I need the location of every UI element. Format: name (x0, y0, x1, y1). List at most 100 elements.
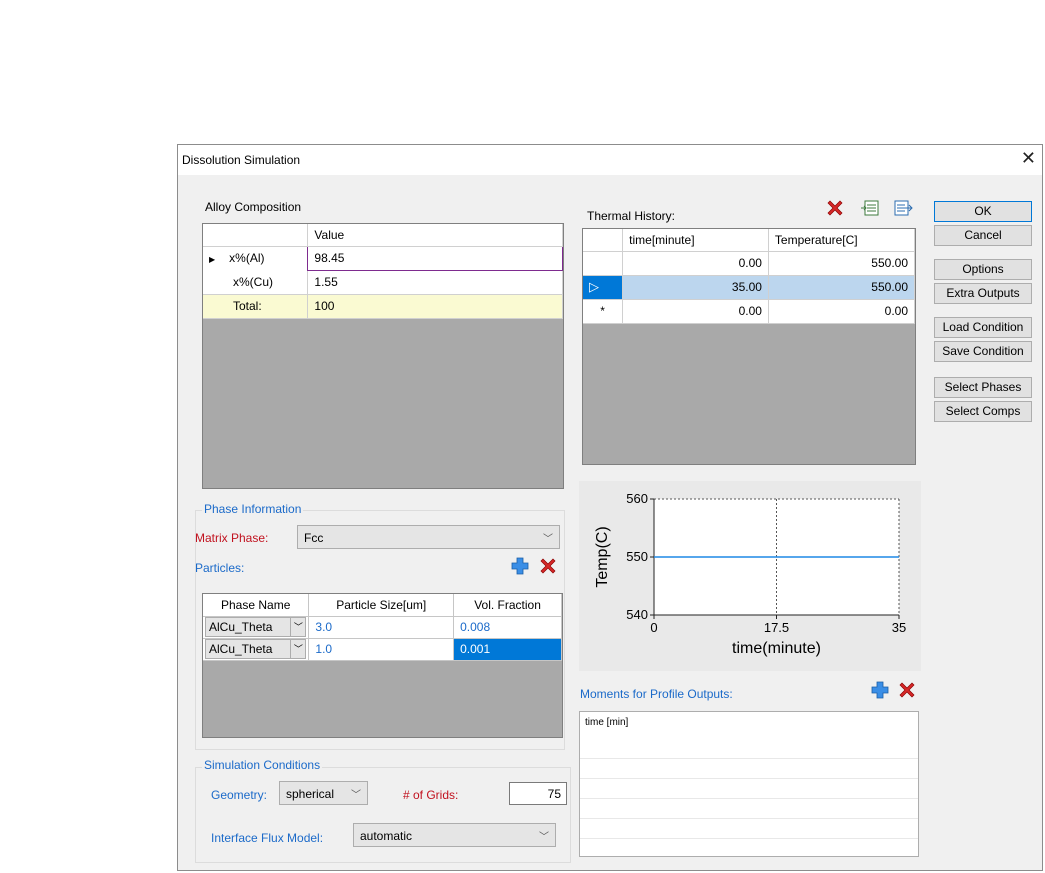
x-tick-label: 0 (650, 620, 657, 635)
vol-fraction-cell[interactable]: 0.008 (453, 616, 562, 639)
y-axis-label: Temp(C) (594, 526, 611, 587)
phase-name-value: AlCu_Theta (209, 642, 273, 656)
interface-flux-model-label: Interface Flux Model: (211, 831, 324, 845)
export-table-button[interactable] (892, 197, 914, 219)
temperature-cell[interactable]: 550.00 (768, 251, 915, 276)
chevron-down-icon: ﹀ (543, 534, 553, 545)
temperature-cell[interactable]: 0.00 (768, 299, 915, 324)
composition-value-cell[interactable]: 1.55 (307, 270, 563, 295)
delete-row-button[interactable] (824, 197, 846, 219)
interface-flux-model-value: automatic (360, 829, 413, 843)
chevron-down-icon: ﹀ (290, 640, 305, 658)
cancel-button[interactable]: Cancel (934, 225, 1032, 246)
plus-icon (871, 681, 889, 699)
phase-name-select[interactable]: AlCu_Theta ﹀ (203, 638, 310, 661)
row-header-corner (203, 224, 309, 247)
extra-outputs-button[interactable]: Extra Outputs (934, 283, 1032, 304)
title-bar[interactable]: Dissolution Simulation ✕ (178, 145, 1042, 175)
total-label: Total: (233, 299, 262, 313)
time-cell[interactable]: 0.00 (622, 299, 769, 324)
table-row-header[interactable] (583, 251, 624, 276)
interface-flux-model-select[interactable]: automatic ﹀ (353, 823, 556, 847)
chevron-down-icon: ﹀ (539, 832, 549, 843)
current-row-icon: ▶ (209, 255, 216, 265)
composition-value-cell[interactable]: 98.45 (307, 245, 563, 271)
particle-size-cell[interactable]: 1.0 (308, 638, 455, 661)
time-cell[interactable]: 35.00 (622, 275, 769, 300)
dissolution-simulation-dialog: Dissolution Simulation ✕ Alloy Compositi… (177, 144, 1043, 871)
delete-particle-button[interactable] (537, 555, 559, 577)
phase-name-value: AlCu_Theta (209, 620, 273, 634)
add-moment-button[interactable] (869, 679, 891, 701)
y-tick-label: 540 (626, 607, 648, 622)
row-header-corner (583, 229, 624, 252)
particle-size-cell[interactable]: 3.0 (308, 616, 455, 639)
chevron-down-icon: ﹀ (290, 618, 305, 636)
chart-svg: 540 550 560 0 17.5 35 time(minute) Temp(C) (594, 491, 906, 657)
geometry-label: Geometry: (211, 788, 268, 802)
current-row-marker-icon[interactable]: ▷ (583, 275, 624, 300)
table-row-header[interactable]: x%(Cu) (203, 270, 309, 295)
matrix-phase-value: Fcc (304, 531, 324, 545)
thermal-history-chart: 540 550 560 0 17.5 35 time(minute) Temp(C) (579, 481, 921, 671)
options-button[interactable]: Options (934, 259, 1032, 280)
geometry-select[interactable]: spherical ﹀ (279, 781, 368, 805)
ok-button[interactable]: OK (934, 201, 1032, 222)
x-tick-label: 35 (892, 620, 906, 635)
y-tick-label: 550 (626, 549, 648, 564)
composition-name: x%(Al) (229, 251, 265, 266)
save-condition-button[interactable]: Save Condition (934, 341, 1032, 362)
alloy-composition-label: Alloy Composition (205, 200, 302, 214)
moments-list[interactable]: time [min] (579, 711, 919, 857)
total-value-cell: 100 (307, 294, 563, 319)
particles-label: Particles: (195, 561, 245, 575)
matrix-phase-label: Matrix Phase: (195, 531, 269, 545)
load-condition-button[interactable]: Load Condition (934, 317, 1032, 338)
delete-icon (827, 200, 843, 216)
table-row-header[interactable]: ▶ x%(Al) (203, 246, 308, 270)
vol-fraction-cell[interactable]: 0.001 (453, 638, 562, 661)
value-column-header[interactable]: Value (307, 224, 563, 247)
y-tick-label: 560 (626, 491, 648, 506)
simulation-conditions-title: Simulation Conditions (202, 758, 323, 772)
particles-grid[interactable]: Phase Name Particle Size[um] Vol. Fracti… (202, 593, 563, 738)
thermal-history-grid[interactable]: time[minute] Temperature[C] 0.00 550.00 … (582, 228, 916, 465)
x-tick-label: 17.5 (764, 620, 789, 635)
delete-icon (540, 558, 556, 574)
new-row-marker-icon[interactable]: * (583, 299, 624, 324)
list-divider (580, 778, 918, 779)
composition-name: x%(Cu) (233, 274, 274, 289)
chevron-down-icon: ﹀ (351, 790, 361, 801)
particle-size-column-header[interactable]: Particle Size[um] (308, 594, 455, 617)
moments-label: Moments for Profile Outputs: (580, 687, 733, 701)
list-divider (580, 838, 918, 839)
temperature-cell[interactable]: 550.00 (768, 275, 915, 300)
phase-name-select[interactable]: AlCu_Theta ﹀ (203, 616, 310, 639)
list-divider (580, 798, 918, 799)
phase-name-column-header[interactable]: Phase Name (203, 594, 310, 617)
matrix-phase-select[interactable]: Fcc ﹀ (297, 525, 560, 549)
phase-information-title: Phase Information (202, 502, 304, 516)
list-divider (580, 758, 918, 759)
vol-fraction-column-header[interactable]: Vol. Fraction (453, 594, 562, 617)
add-particle-button[interactable] (509, 555, 531, 577)
alloy-composition-grid[interactable]: Value ▶ x%(Al) 98.45 x%(Cu) 1.55 Total: 1… (202, 223, 564, 489)
delete-moment-button[interactable] (896, 679, 918, 701)
select-phases-button[interactable]: Select Phases (934, 377, 1032, 398)
temperature-column-header[interactable]: Temperature[C] (768, 229, 915, 252)
time-cell[interactable]: 0.00 (622, 251, 769, 276)
plus-icon (511, 557, 529, 575)
select-comps-button[interactable]: Select Comps (934, 401, 1032, 422)
import-table-button[interactable] (859, 197, 881, 219)
moments-list-header: time [min] (585, 717, 629, 728)
table-export-icon (894, 200, 913, 216)
delete-icon (899, 682, 915, 698)
table-import-icon (861, 200, 879, 216)
thermal-history-label: Thermal History: (587, 209, 676, 223)
list-divider (580, 818, 918, 819)
grids-input[interactable]: 75 (509, 782, 567, 805)
geometry-value: spherical (286, 787, 335, 801)
grids-label: # of Grids: (403, 788, 459, 802)
time-column-header[interactable]: time[minute] (622, 229, 769, 252)
close-icon[interactable]: ✕ (1021, 149, 1036, 167)
